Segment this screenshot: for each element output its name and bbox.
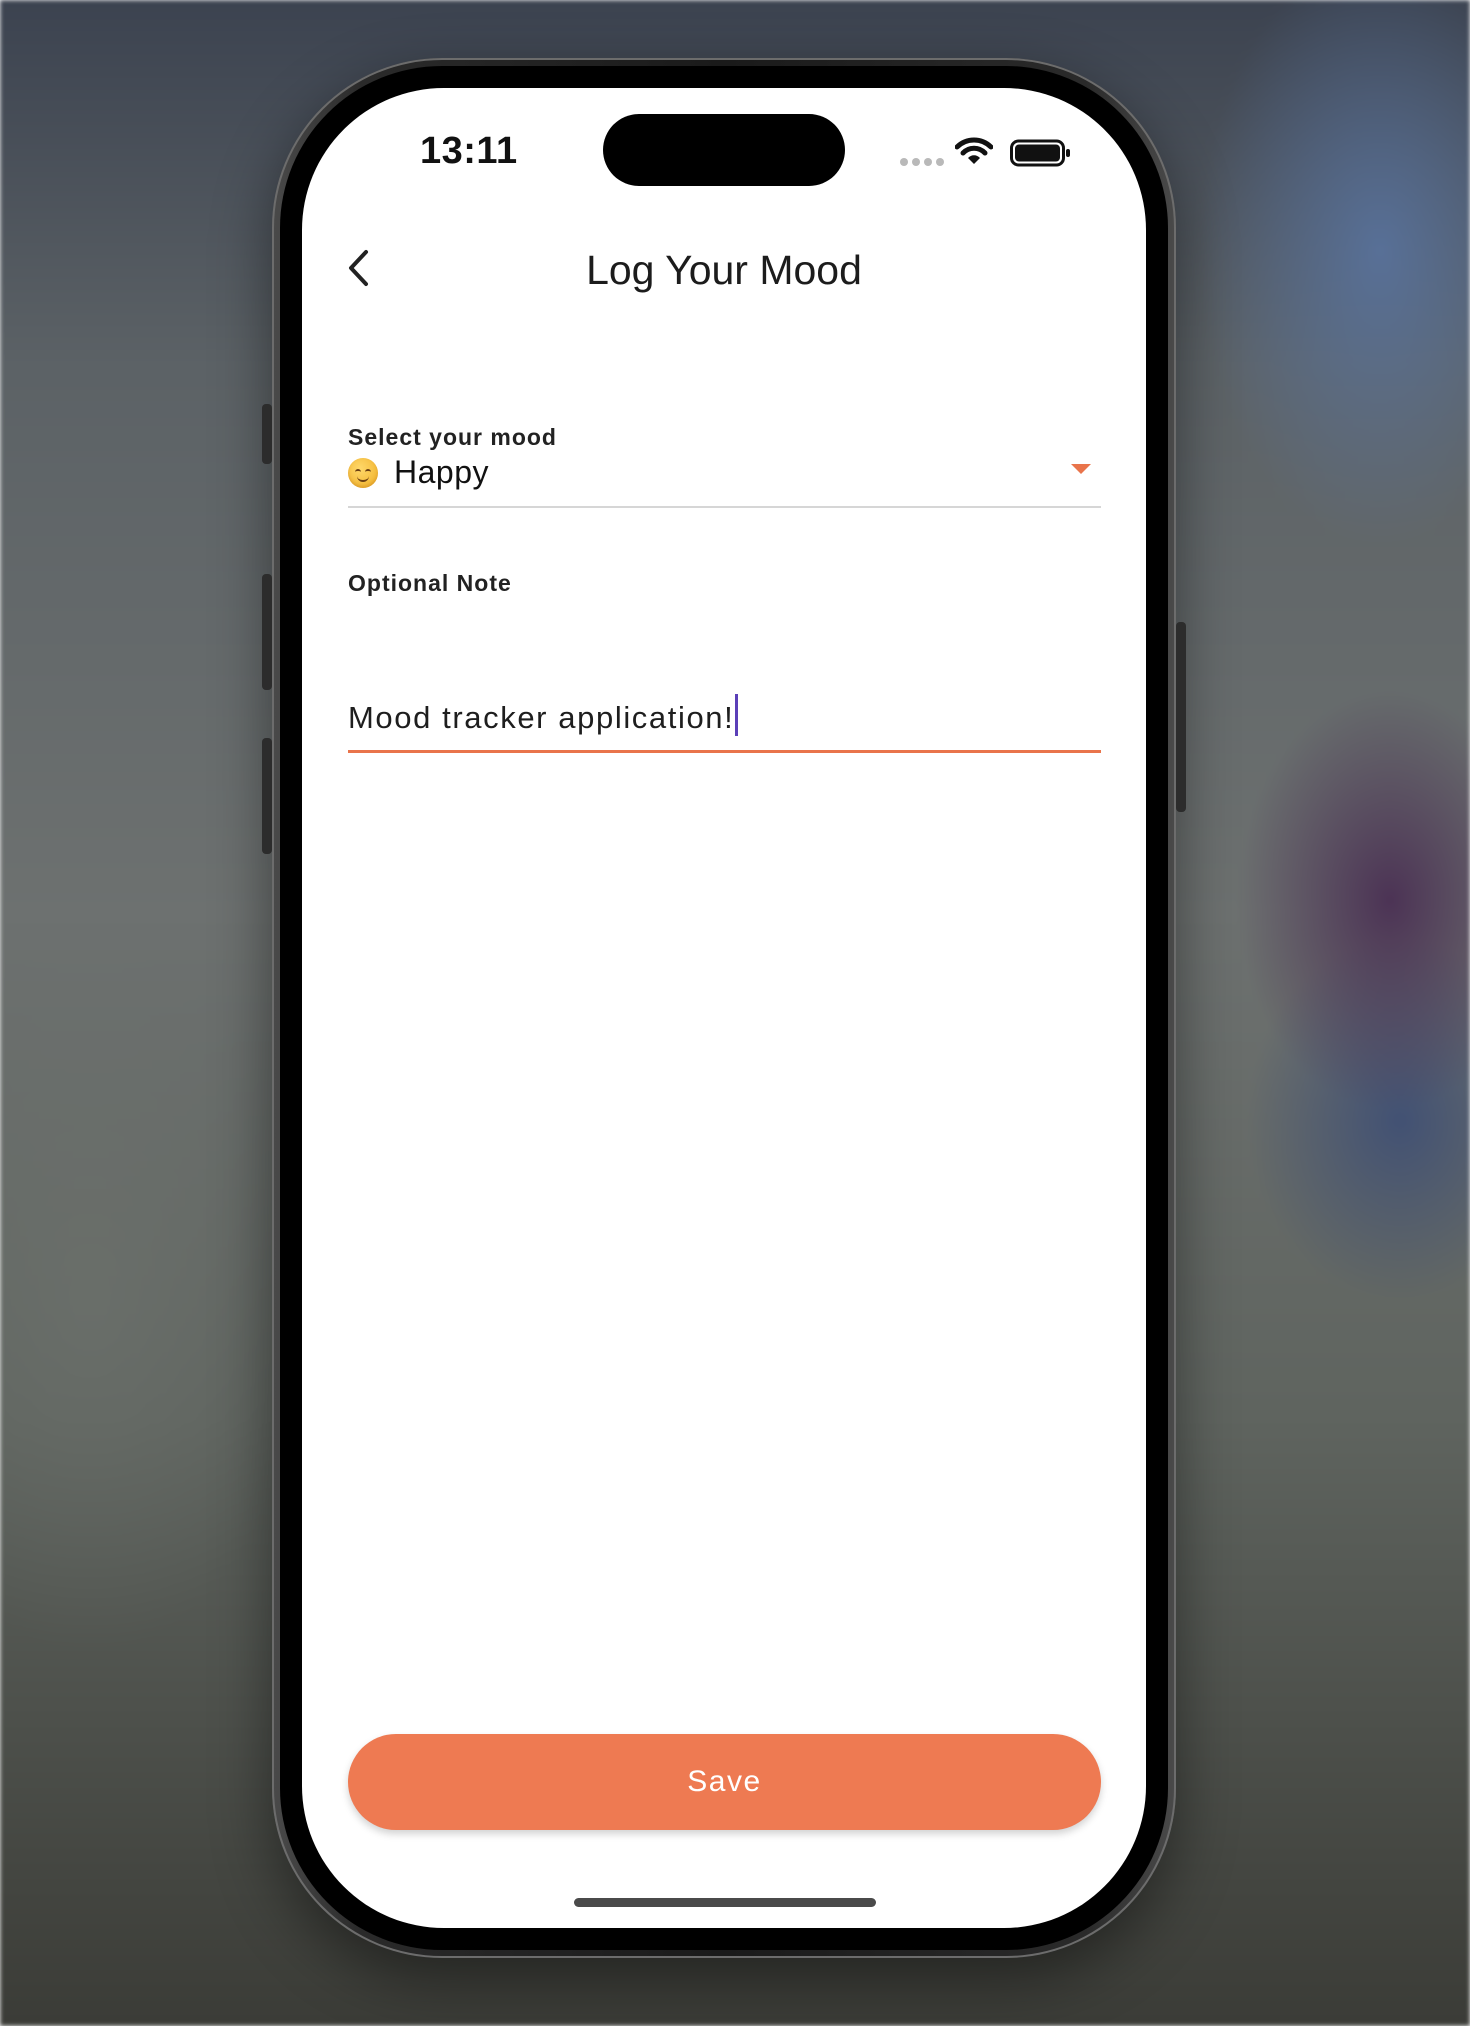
volume-down-button bbox=[262, 738, 272, 854]
note-field-label: Optional Note bbox=[348, 570, 512, 596]
mood-selected-value: Happy bbox=[394, 454, 489, 490]
dynamic-island bbox=[603, 114, 845, 186]
status-time: 13:11 bbox=[420, 130, 518, 172]
battery-full-icon bbox=[1010, 139, 1070, 167]
wifi-icon bbox=[955, 137, 993, 164]
app-screen: 13:11 Log Your Mood Select your mood Hap… bbox=[302, 88, 1146, 1928]
save-button[interactable]: Save bbox=[348, 1734, 1101, 1830]
volume-up-button bbox=[262, 574, 272, 690]
power-button bbox=[1176, 622, 1186, 812]
page-title: Log Your Mood bbox=[586, 247, 862, 293]
dropdown-arrow-icon bbox=[1071, 464, 1091, 474]
home-indicator[interactable] bbox=[574, 1898, 876, 1907]
action-button bbox=[262, 404, 272, 464]
note-input[interactable]: Mood tracker application! bbox=[348, 686, 1101, 753]
mood-dropdown[interactable]: Happy bbox=[348, 446, 1101, 508]
note-input-value: Mood tracker application! bbox=[348, 700, 735, 735]
smiling-face-icon bbox=[348, 458, 378, 488]
text-caret bbox=[735, 694, 739, 736]
cellular-signal-icon bbox=[900, 158, 944, 166]
